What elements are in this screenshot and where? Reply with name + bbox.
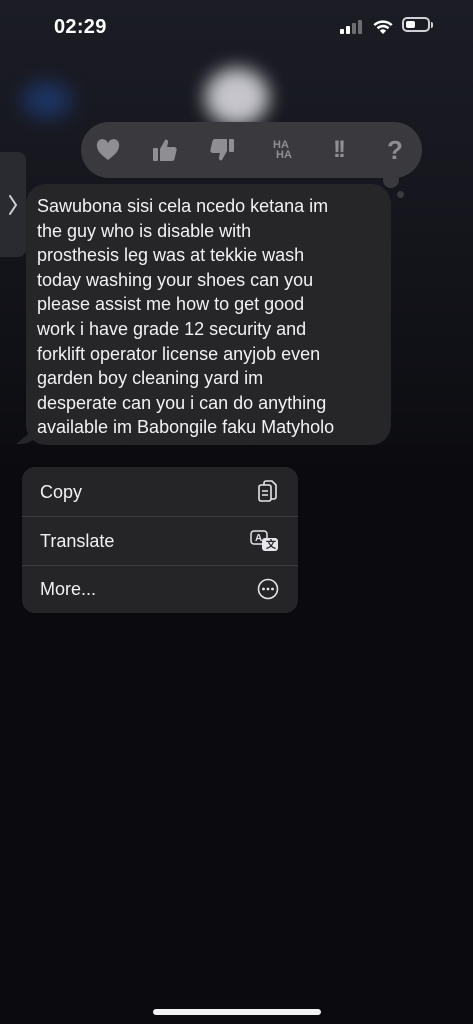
reactions-bubble-dot [397,191,404,198]
message-line: garden boy cleaning yard im [37,368,264,389]
more-label: More... [40,578,97,599]
message-line: the guy who is disable with [37,220,252,241]
translate-label: Translate [40,530,115,551]
ellipsis-circle-icon [256,577,280,601]
svg-text:文: 文 [266,538,277,551]
message-line: today washing your shoes can you [37,269,314,290]
message-text: Sawubona sisi cela ncedo ketana im the g… [37,194,379,440]
cellular-signal-icon [340,20,364,34]
heart-reaction-button[interactable] [86,122,130,178]
message-line: please assist me how to get good [37,294,305,315]
translate-menu-item[interactable]: Translate A 文 [22,517,298,565]
message-line: Sawubona sisi cela ncedo ketana im [37,196,329,216]
wifi-icon [373,20,393,34]
tapback-reactions-bar: HA HA !! ? [81,122,422,178]
message-line: available im Babongile faku Matyholo [37,417,335,438]
reactions-bubble-tail [383,172,399,188]
copy-icon [256,480,280,504]
question-reaction-button[interactable]: ? [373,122,417,178]
exclamation-icon: !! [333,136,346,163]
exclamation-reaction-button[interactable]: !! [316,122,360,178]
question-icon: ? [387,134,403,165]
heart-icon [96,139,120,160]
chevron-right-icon [9,194,18,215]
haha-icon: HA HA [273,139,292,161]
thumbs-down-icon [210,139,234,161]
translate-icon: A 文 [250,529,280,553]
thumbs-up-reaction-button[interactable] [143,122,187,178]
message-bubble[interactable]: Sawubona sisi cela ncedo ketana im the g… [26,184,391,445]
message-line: desperate can you i can do anything [37,392,327,413]
more-menu-item[interactable]: More... [22,565,298,613]
message-line: forklift operator license anyjob even [37,343,321,364]
home-indicator[interactable] [153,1009,321,1015]
status-time: 02:29 [54,16,107,38]
message-line: prosthesis leg was at tekkie wash [37,245,305,266]
message-line: work i have grade 12 security and [37,318,307,339]
svg-text:A: A [255,533,262,544]
thumbs-up-icon [153,139,177,161]
haha-reaction-button[interactable]: HA HA [259,122,303,178]
copy-label: Copy [40,481,83,502]
blurred-blue-shape [22,82,72,118]
copy-menu-item[interactable]: Copy [22,468,298,516]
battery-icon [402,17,430,32]
side-drawer-handle[interactable] [0,152,26,257]
blurred-avatar [205,68,269,126]
thumbs-down-reaction-button[interactable] [200,122,244,178]
context-menu: Copy Translate A 文 More... [22,467,298,613]
